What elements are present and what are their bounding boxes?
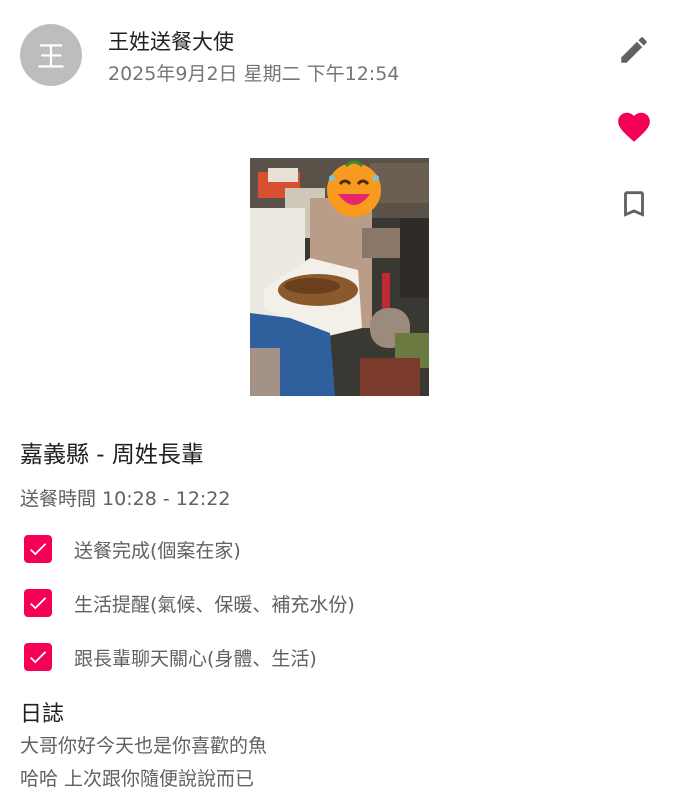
record-title: 嘉義縣 - 周姓長輩 [20,442,204,468]
task-item: 送餐完成(個案在家) [24,534,241,564]
checkmark-icon [30,543,47,556]
author-name: 王姓送餐大使 [108,30,234,54]
log-heading: 日誌 [20,702,65,727]
delivery-photo[interactable] [250,158,429,396]
log-line: 大哥你好今天也是你喜歡的魚 [20,735,268,757]
task-checkbox[interactable] [24,643,52,671]
edit-button[interactable] [614,30,654,70]
bookmark-button[interactable] [614,184,654,224]
like-button[interactable] [614,107,654,147]
checkmark-icon [30,651,47,664]
pencil-icon [621,37,647,63]
photo-illustration [250,158,429,396]
task-label: 跟長輩聊天關心(身體、生活) [74,647,317,670]
avatar-initial: 王 [36,40,65,73]
avatar[interactable]: 王 [20,24,82,86]
bookmark-icon [624,191,644,217]
task-checkbox[interactable] [24,535,52,563]
task-item: 跟長輩聊天關心(身體、生活) [24,642,317,672]
checkmark-icon [30,597,47,610]
log-line: 哈哈 上次跟你隨便說說而已 [20,768,255,790]
post-timestamp: 2025年9月2日 星期二 下午12:54 [108,63,400,85]
heart-icon [618,112,650,142]
meal-time: 送餐時間 10:28 - 12:22 [20,488,231,510]
task-item: 生活提醒(氣候、保暖、補充水份) [24,588,355,618]
task-checkbox[interactable] [24,589,52,617]
task-label: 送餐完成(個案在家) [74,539,241,562]
task-label: 生活提醒(氣候、保暖、補充水份) [74,593,355,616]
